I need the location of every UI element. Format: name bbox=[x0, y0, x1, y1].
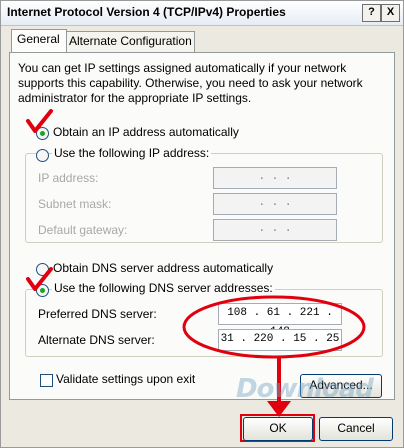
validate-settings-checkbox[interactable] bbox=[40, 374, 53, 387]
alternate-dns-label: Alternate DNS server: bbox=[38, 333, 155, 347]
general-panel: You can get IP settings assigned automat… bbox=[9, 52, 395, 400]
help-button[interactable]: ? bbox=[362, 4, 381, 22]
preferred-dns-label: Preferred DNS server: bbox=[38, 307, 157, 321]
alternate-dns-input[interactable]: 31 . 220 . 15 . 25 bbox=[218, 329, 342, 351]
use-following-ip-radio[interactable] bbox=[36, 149, 49, 162]
tab-general[interactable]: General bbox=[11, 29, 67, 52]
obtain-ip-auto-radio[interactable] bbox=[36, 127, 49, 140]
use-following-ip-label[interactable]: Use the following IP address: bbox=[52, 146, 212, 160]
default-gateway-label: Default gateway: bbox=[38, 223, 128, 237]
obtain-ip-auto-label[interactable]: Obtain an IP address automatically bbox=[53, 125, 239, 139]
obtain-dns-auto-label[interactable]: Obtain DNS server address automatically bbox=[53, 261, 273, 275]
close-button[interactable]: X bbox=[381, 4, 400, 22]
watermark-logo: Download bbox=[236, 374, 374, 404]
use-following-dns-label[interactable]: Use the following DNS server addresses: bbox=[52, 281, 275, 295]
tab-alternate-configuration[interactable]: Alternate Configuration bbox=[63, 31, 195, 52]
default-gateway-input[interactable]: . . . bbox=[213, 219, 337, 241]
validate-settings-label[interactable]: Validate settings upon exit bbox=[56, 372, 195, 386]
subnet-mask-label: Subnet mask: bbox=[38, 197, 112, 211]
preferred-dns-input[interactable]: 108 . 61 . 221 . 148 bbox=[218, 303, 342, 338]
obtain-dns-auto-radio[interactable] bbox=[36, 263, 49, 276]
ip-address-input[interactable]: . . . bbox=[213, 167, 337, 189]
cancel-button[interactable]: Cancel bbox=[319, 417, 393, 441]
window-title: Internet Protocol Version 4 (TCP/IPv4) P… bbox=[7, 5, 286, 19]
dialog-window: Internet Protocol Version 4 (TCP/IPv4) P… bbox=[0, 0, 404, 448]
use-following-dns-radio[interactable] bbox=[36, 284, 49, 297]
intro-text: You can get IP settings assigned automat… bbox=[18, 61, 363, 105]
ok-button[interactable]: OK bbox=[243, 417, 313, 441]
subnet-mask-input[interactable]: . . . bbox=[213, 193, 337, 215]
title-bar: Internet Protocol Version 4 (TCP/IPv4) P… bbox=[1, 1, 403, 26]
ip-address-label: IP address: bbox=[38, 171, 99, 185]
